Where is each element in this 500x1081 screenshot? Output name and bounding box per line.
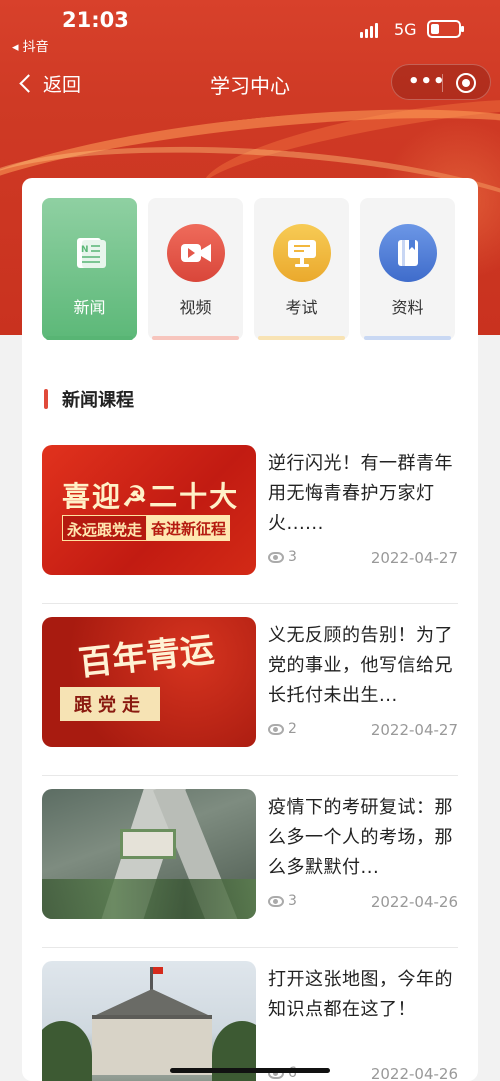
thumbnail-caption: 喜迎☭二十大 [62,480,240,513]
view-count-value: 2 [288,721,297,737]
news-title[interactable]: 义无反顾的告别！为了党的事业，他写信给兄长托付未出生... [268,621,458,711]
mini-program-capsule: ••• [391,64,491,100]
network-type: 5G [394,20,417,39]
thumbnail-caption: 百年青运 [76,629,217,684]
content-card: N 新闻 视频 考试 资料 新闻课程 喜迎☭二十大 永远跟党走 奋进新征程 逆行… [22,178,478,1081]
news-title[interactable]: 逆行闪光！有一群青年用无悔青春护万家灯火...... [268,449,458,539]
view-count-value: 3 [288,549,297,565]
status-bar: 21:03 ◂ 抖音 5G [0,0,500,56]
divider [42,775,458,776]
status-time: 21:03 [62,8,129,32]
category-video[interactable]: 视频 [148,198,243,340]
divider [42,603,458,604]
news-thumbnail[interactable]: 喜迎☭二十大 永远跟党走 奋进新征程 [42,445,256,575]
thumbnail-caption: 跟党走 [60,687,160,721]
view-count-value: 3 [288,893,297,909]
news-date: 2022-04-27 [370,549,458,567]
news-date: 2022-04-26 [370,1065,458,1081]
book-icon [378,224,437,282]
view-count: 3 [268,893,297,909]
thumbnail-caption: 奋进新征程 [147,515,231,541]
nav-bar: 返回 学习中心 ••• [0,58,500,110]
news-list-item[interactable]: 百年青运 跟党走 义无反顾的告别！为了党的事业，他写信给兄长托付未出生... 2… [42,617,458,789]
category-grid: N 新闻 视频 考试 资料 [42,198,458,340]
section-accent-bar [44,389,48,409]
news-thumbnail[interactable] [42,961,256,1081]
divider [42,947,458,948]
thumbnail-caption: 永远跟党走 [62,515,148,541]
close-target-icon[interactable] [456,73,476,93]
eye-icon [268,723,284,735]
exam-screen-icon [272,224,331,282]
battery-icon [427,20,464,38]
category-materials[interactable]: 资料 [360,198,455,340]
news-date: 2022-04-27 [370,721,458,739]
news-thumbnail[interactable] [42,789,256,919]
section-header: 新闻课程 [44,386,134,412]
svg-text:N: N [81,245,89,255]
category-news[interactable]: N 新闻 [42,198,137,340]
news-list-item[interactable]: 疫情下的考研复试：那么多一个人的考场，那么多默默付... 3 2022-04-2… [42,789,458,961]
category-label: 资料 [391,298,424,317]
eye-icon [268,895,284,907]
category-label: 视频 [179,298,212,317]
more-dots-icon[interactable]: ••• [408,73,446,91]
category-exam[interactable]: 考试 [254,198,349,340]
video-camera-icon [166,224,225,282]
category-label: 考试 [285,298,318,317]
view-count: 2 [268,721,297,737]
news-thumbnail[interactable]: 百年青运 跟党走 [42,617,256,747]
back-to-app-link[interactable]: ◂ 抖音 [12,36,49,55]
signal-icon [360,22,382,38]
news-icon: N [61,224,119,282]
news-title[interactable]: 疫情下的考研复试：那么多一个人的考场，那么多默默付... [268,793,458,883]
news-date: 2022-04-26 [370,893,458,911]
view-count: 3 [268,549,297,565]
section-title: 新闻课程 [62,390,134,411]
news-list-item[interactable]: 喜迎☭二十大 永远跟党走 奋进新征程 逆行闪光！有一群青年用无悔青春护万家灯火.… [42,445,458,617]
eye-icon [268,551,284,563]
category-label: 新闻 [73,298,106,317]
news-list-item[interactable]: 打开这张地图，今年的知识点都在这了！ 6 2022-04-26 [42,961,458,1081]
home-indicator[interactable] [170,1068,330,1073]
news-title[interactable]: 打开这张地图，今年的知识点都在这了！ [268,965,458,1025]
